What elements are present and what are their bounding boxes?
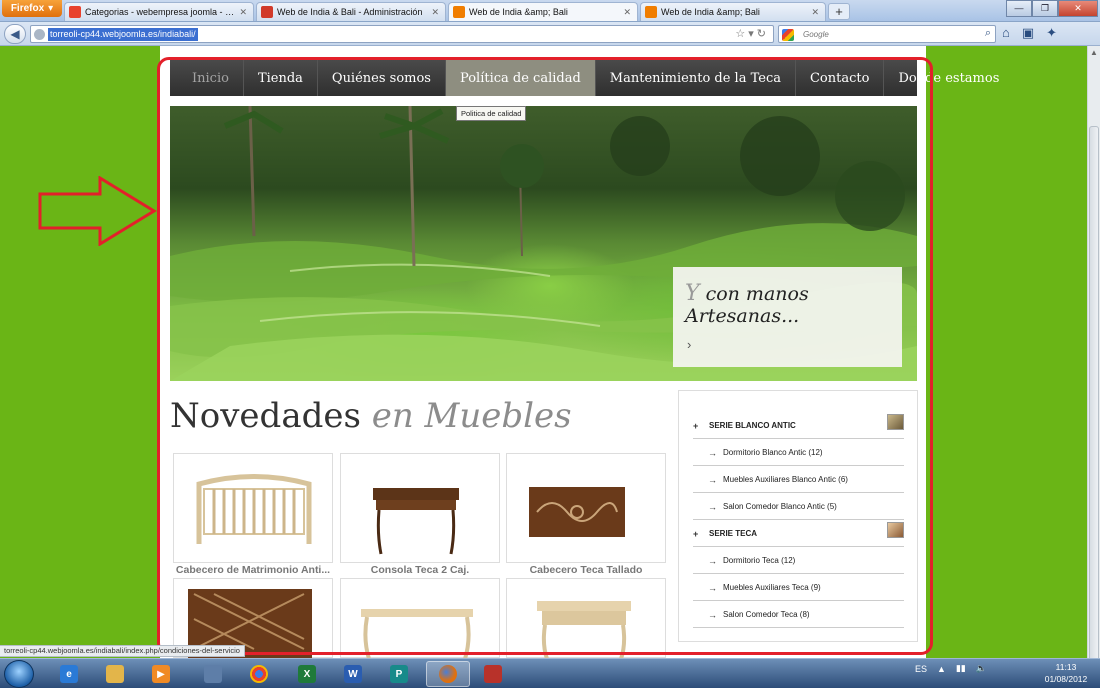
taskbar-firefox[interactable] — [426, 661, 470, 687]
bookmarks-menu-icon[interactable]: ▣ — [1022, 25, 1034, 41]
browser-tab-administracion[interactable]: Web de India & Bali - Administración ✕ — [256, 2, 446, 21]
browser-status-bar: torreoli-cp44.webjoomla.es/indiabali/ind… — [0, 645, 245, 657]
firefox-menu-button[interactable]: Firefox ▾ — [2, 0, 62, 17]
toolbar-icons: ⌂ ▣ ✦ — [1002, 25, 1057, 41]
red-highlight-box — [157, 57, 933, 655]
tab-label: Categorias - webempresa joomla - Hosting… — [85, 7, 235, 17]
windows-taskbar: e ▶ X W P ES ▲ ▮▮ 🔈 11:13 01/08/2012 — [0, 658, 1100, 688]
new-tab-button[interactable]: + — [828, 3, 850, 20]
firefox-icon — [439, 665, 457, 683]
network-signal-icon[interactable]: ▮▮ — [956, 663, 966, 674]
close-icon[interactable]: ✕ — [239, 7, 247, 18]
close-icon[interactable]: ✕ — [811, 7, 819, 18]
joomla-favicon-icon — [453, 6, 465, 18]
folder-icon — [106, 665, 124, 683]
addon-puzzle-icon[interactable]: ✦ — [1046, 25, 1057, 41]
browser-tab-web-india-active[interactable]: Web de India &amp; Bali ✕ — [448, 2, 638, 21]
internet-explorer-icon: e — [60, 665, 78, 683]
taskbar-excel[interactable]: X — [290, 661, 324, 687]
window-controls: — ❐ ✕ — [1006, 0, 1098, 17]
tab-label: Web de India & Bali - Administración — [277, 7, 423, 17]
tab-label: Web de India &amp; Bali — [469, 7, 568, 17]
url-text[interactable]: torreoli-cp44.webjoomla.es/indiabali/ — [48, 28, 198, 41]
windows-start-button[interactable] — [4, 660, 34, 688]
publisher-icon: P — [390, 665, 408, 683]
taskbar-explorer[interactable] — [98, 661, 132, 687]
browser-tab-bar: Firefox ▾ Categorias - webempresa joomla… — [0, 0, 1100, 22]
minimize-button[interactable]: — — [1006, 0, 1032, 17]
joomla-admin-favicon-icon — [261, 6, 273, 18]
tab-label: Web de India &amp; Bali — [661, 7, 760, 17]
chevron-down-icon: ▾ — [48, 3, 54, 14]
page-scrollbar[interactable]: ▲ — [1087, 46, 1100, 666]
browser-tab-categorias[interactable]: Categorias - webempresa joomla - Hosting… — [64, 2, 254, 21]
firefox-menu-label: Firefox — [10, 3, 45, 14]
webempresa-favicon-icon — [69, 6, 81, 18]
address-bar[interactable]: torreoli-cp44.webjoomla.es/indiabali/ ☆▾… — [30, 25, 774, 43]
scroll-up-icon[interactable]: ▲ — [1088, 46, 1100, 59]
language-indicator[interactable]: ES — [915, 664, 927, 674]
word-icon: W — [344, 665, 362, 683]
clock-time: 11:13 — [1055, 662, 1077, 672]
search-icon[interactable]: ⌕ — [985, 27, 991, 40]
maximize-button[interactable]: ❐ — [1032, 0, 1058, 17]
chrome-icon — [250, 665, 268, 683]
close-icon[interactable]: ✕ — [623, 7, 631, 18]
browser-tab-web-india[interactable]: Web de India &amp; Bali ✕ — [640, 2, 826, 21]
taskbar-internet-explorer[interactable]: e — [52, 661, 86, 687]
scrollbar-thumb[interactable] — [1089, 126, 1099, 666]
back-button[interactable]: ◀ — [4, 24, 26, 44]
home-icon[interactable]: ⌂ — [1002, 25, 1010, 41]
taskbar-chrome[interactable] — [242, 661, 276, 687]
show-hidden-icons-icon[interactable]: ▲ — [937, 664, 946, 674]
network-tool-icon — [204, 665, 222, 683]
taskbar-media-player[interactable]: ▶ — [144, 661, 178, 687]
browser-navigation-bar: ◀ torreoli-cp44.webjoomla.es/indiabali/ … — [0, 22, 1100, 46]
media-player-icon: ▶ — [152, 665, 170, 683]
globe-icon — [34, 29, 45, 40]
google-logo-icon[interactable] — [782, 29, 794, 41]
taskbar-publisher[interactable]: P — [382, 661, 416, 687]
bookmark-star-icon[interactable]: ☆▾↻ — [735, 27, 769, 40]
taskbar-filezilla[interactable] — [476, 661, 510, 687]
system-tray: ES ▲ ▮▮ 🔈 — [915, 663, 987, 674]
taskbar-network-tool[interactable] — [196, 661, 230, 687]
window-close-button[interactable]: ✕ — [1058, 0, 1098, 17]
volume-icon[interactable]: 🔈 — [976, 663, 987, 674]
filezilla-icon — [484, 665, 502, 683]
taskbar-word[interactable]: W — [336, 661, 370, 687]
red-arrow-annotation-icon — [38, 176, 157, 246]
search-bar[interactable]: ⌕ — [778, 25, 996, 43]
close-icon[interactable]: ✕ — [431, 7, 439, 18]
clock-date: 01/08/2012 — [1044, 674, 1088, 684]
system-clock[interactable]: 11:13 01/08/2012 — [1036, 661, 1096, 685]
excel-icon: X — [298, 665, 316, 683]
joomla-favicon-icon — [645, 6, 657, 18]
search-input[interactable] — [803, 27, 973, 41]
